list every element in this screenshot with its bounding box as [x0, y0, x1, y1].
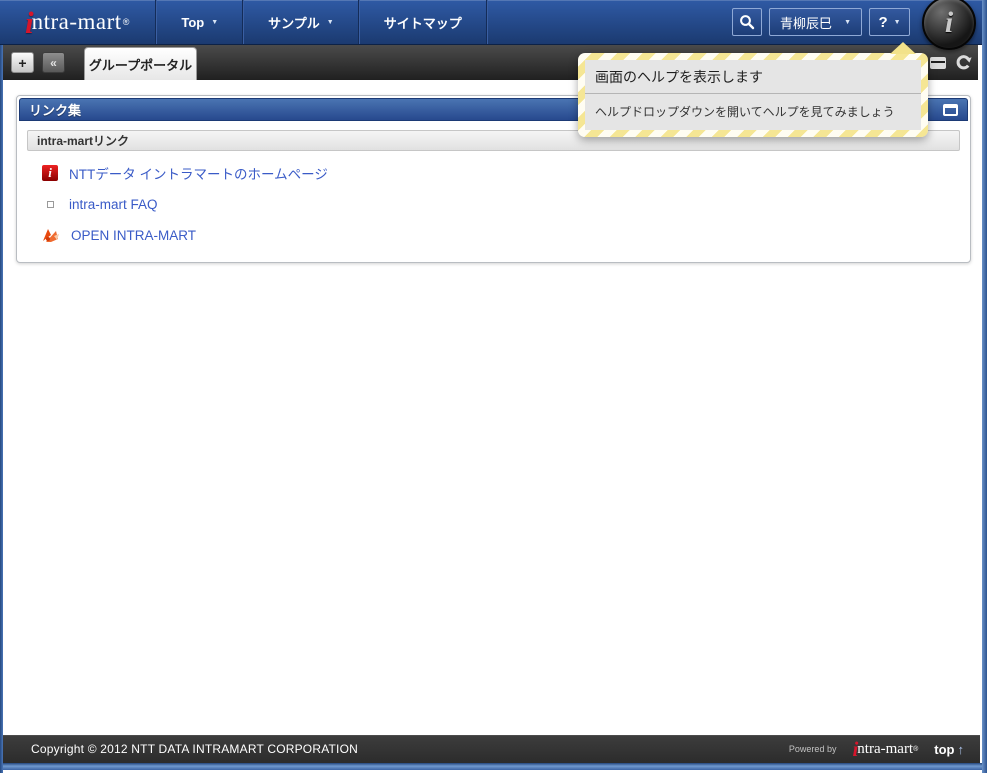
window-border-bottom [0, 763, 987, 770]
portlet-title: リンク集 [29, 103, 82, 118]
user-menu-button[interactable]: 青柳辰巳 ▼ [769, 8, 862, 36]
chevron-down-icon: ▼ [844, 18, 851, 26]
intra-mart-logo-text: ntra-mart [31, 9, 122, 34]
list-item: OPEN INTRA-MART [42, 226, 960, 244]
search-button[interactable] [732, 8, 763, 36]
footer-right-cluster: Powered by i ntra-mart ® top ↑ [788, 738, 964, 760]
window-layout-icon[interactable] [930, 56, 946, 69]
page-footer: Copyright © 2012 NTT DATA INTRAMART CORP… [3, 735, 980, 763]
help-menu-button[interactable]: ? ▼ [869, 8, 910, 36]
main-content: リンク集 intra-martリンク i NTTデータ イントラマートのホームペ… [3, 80, 982, 735]
help-label: ? [878, 13, 888, 31]
chevron-down-icon: ▼ [211, 18, 219, 26]
add-tab-button[interactable]: + [11, 52, 34, 73]
refresh-icon[interactable] [955, 54, 972, 71]
link-open-intra-mart[interactable]: OPEN INTRA-MART [71, 228, 196, 243]
up-arrow-icon: ↑ [957, 741, 965, 757]
copyright-text: Copyright © 2012 NTT DATA INTRAMART CORP… [31, 742, 358, 756]
nav-menu-sitemap-label: サイトマップ [383, 15, 462, 31]
footer-intra-mart-logo: i ntra-mart ® [852, 738, 919, 760]
list-item: i NTTデータ イントラマートのホームページ [42, 164, 960, 182]
nav-menu-top[interactable]: Top ▼ [157, 0, 242, 44]
footer-logo-text: ntra-mart [857, 740, 914, 757]
intra-mart-logo[interactable]: i ntra-mart ® [0, 0, 155, 44]
chevron-down-icon: ▼ [893, 18, 901, 26]
user-name-label: 青柳辰巳 [780, 15, 833, 31]
search-icon [740, 15, 755, 30]
help-tooltip: 画面のヘルプを表示します ヘルプドロップダウンを開いてヘルプを見てみましょう [578, 42, 928, 137]
nav-menu-top-label: Top [181, 14, 205, 30]
tabbar-right-icons [930, 54, 972, 71]
square-bullet-icon [42, 200, 58, 208]
collapse-tabs-button[interactable]: « [42, 52, 65, 73]
link-intramart-faq[interactable]: intra-mart FAQ [69, 197, 158, 212]
back-to-top-link[interactable]: top ↑ [934, 742, 964, 757]
nav-menu-sample-label: サンプル [268, 15, 320, 31]
tooltip-title: 画面のヘルプを表示します [585, 60, 921, 94]
links-portlet-body: intra-martリンク i NTTデータ イントラマートのホームページ in… [19, 121, 968, 260]
powered-by-label: Powered by [788, 744, 837, 754]
registered-mark: ® [913, 745, 919, 753]
tooltip-arrow [890, 42, 916, 54]
nav-menu-sitemap[interactable]: サイトマップ [360, 0, 486, 44]
chevron-down-icon: ▼ [326, 18, 334, 26]
intra-mart-favicon-icon: i [42, 165, 58, 181]
link-intramart-homepage[interactable]: NTTデータ イントラマートのホームページ [69, 163, 328, 183]
top-label: top [934, 741, 955, 757]
registered-mark: ® [122, 17, 130, 27]
nav-menu-sample[interactable]: サンプル ▼ [244, 0, 358, 44]
tab-group-portal[interactable]: グループポータル [84, 47, 197, 80]
tooltip-content: 画面のヘルプを表示します ヘルプドロップダウンを開いてヘルプを見てみましょう [585, 60, 921, 130]
open-intra-mart-mascot-icon [43, 229, 59, 242]
top-navbar: i ntra-mart ® Top ▼ サンプル ▼ サイトマップ 青柳辰巳 ▼ ?… [0, 0, 982, 50]
window-border-right [982, 0, 987, 773]
maximize-portlet-icon[interactable] [943, 103, 958, 116]
list-item: intra-mart FAQ [42, 195, 960, 213]
window-border-left [0, 44, 3, 773]
intra-mart-mark-icon: i [944, 6, 954, 39]
tooltip-body-text: ヘルプドロップダウンを開いてヘルプを見てみましょう [595, 105, 895, 119]
nav-divider [485, 0, 488, 44]
